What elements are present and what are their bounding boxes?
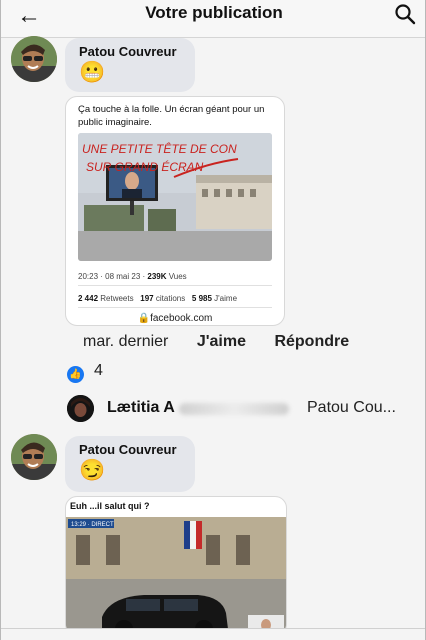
tweet-time: 20:23 · 08 mai 23 · [78,272,148,281]
page-title: Votre publication [145,3,283,22]
avatar-photo [11,434,57,480]
like-button[interactable]: J'aime [197,333,246,350]
embedded-tweet[interactable]: Ça touche à la folle. Un écran géant pou… [65,96,285,326]
tweet-image[interactable]: UNE PETITE TÊTE DE CON SUR GRAND ÉCRAN [78,133,272,261]
lock-icon: 🔒 [137,313,151,324]
reaction-count: 4 [94,362,103,379]
divider [78,285,272,286]
comment-timestamp[interactable]: mar. dernier [83,333,168,350]
reply-author: Lætitia A [107,399,175,416]
comment-input-bar[interactable] [1,628,425,640]
tweet-meta: 20:23 · 08 mai 23 · 239K Vues [78,272,187,281]
citations-count: 197 [140,294,154,303]
comment-author[interactable]: Patou Couvreur [79,44,181,59]
reply-target: Patou Cou... [307,399,396,416]
thumbs-up-icon: 👍 [67,366,84,383]
comment-actions: mar. dernier J'aime Répondre [83,333,373,351]
app-frame: ← Votre publication Patou Couvreur 😬 Ça … [0,0,426,640]
tweet-stats: 2 442 Retweets 197 citations 5 985 J'aim… [78,294,237,303]
image-handwritten-caption: UNE PETITE TÊTE DE CON [82,141,237,156]
reaction-summary[interactable]: 👍 4 [67,362,103,383]
comment-emoji: 😬 [79,61,106,84]
reply-button[interactable]: Répondre [274,333,349,350]
likes-label: J'aime [211,294,238,303]
avatar[interactable] [11,36,57,82]
divider [78,307,272,308]
link-source-label: facebook.com [150,313,213,324]
retweets-label: Retweets [98,294,134,303]
embedded-post[interactable]: Euh ...il salut qui ? 13:29 · DIRECT [65,496,287,636]
avatar-photo [11,36,57,82]
search-icon[interactable] [393,2,417,26]
top-bar: ← Votre publication [1,0,425,38]
tweet-views-label: Vues [166,272,187,281]
likes-count: 5 985 [191,294,212,303]
retweets-count: 2 442 [78,294,99,303]
tv-badge: 13:29 · DIRECT [71,522,114,528]
link-source[interactable]: 🔒facebook.com [66,313,284,324]
comment-bubble[interactable]: Patou Couvreur 😬 [65,38,195,92]
comment-emoji: 😏 [79,459,106,482]
tweet-text: Ça touche à la folle. Un écran géant pou… [78,104,265,128]
redacted-name [179,403,289,415]
comment-bubble[interactable]: Patou Couvreur 😏 [65,436,195,492]
avatar[interactable] [11,434,57,480]
post-image[interactable]: 13:29 · DIRECT [66,517,286,635]
avatar[interactable] [67,395,94,422]
post-text: Euh ...il salut qui ? [70,501,150,511]
citations-label: citations [153,294,186,303]
comment-author[interactable]: Patou Couvreur [79,442,181,457]
tweet-views: 239K [147,272,167,281]
